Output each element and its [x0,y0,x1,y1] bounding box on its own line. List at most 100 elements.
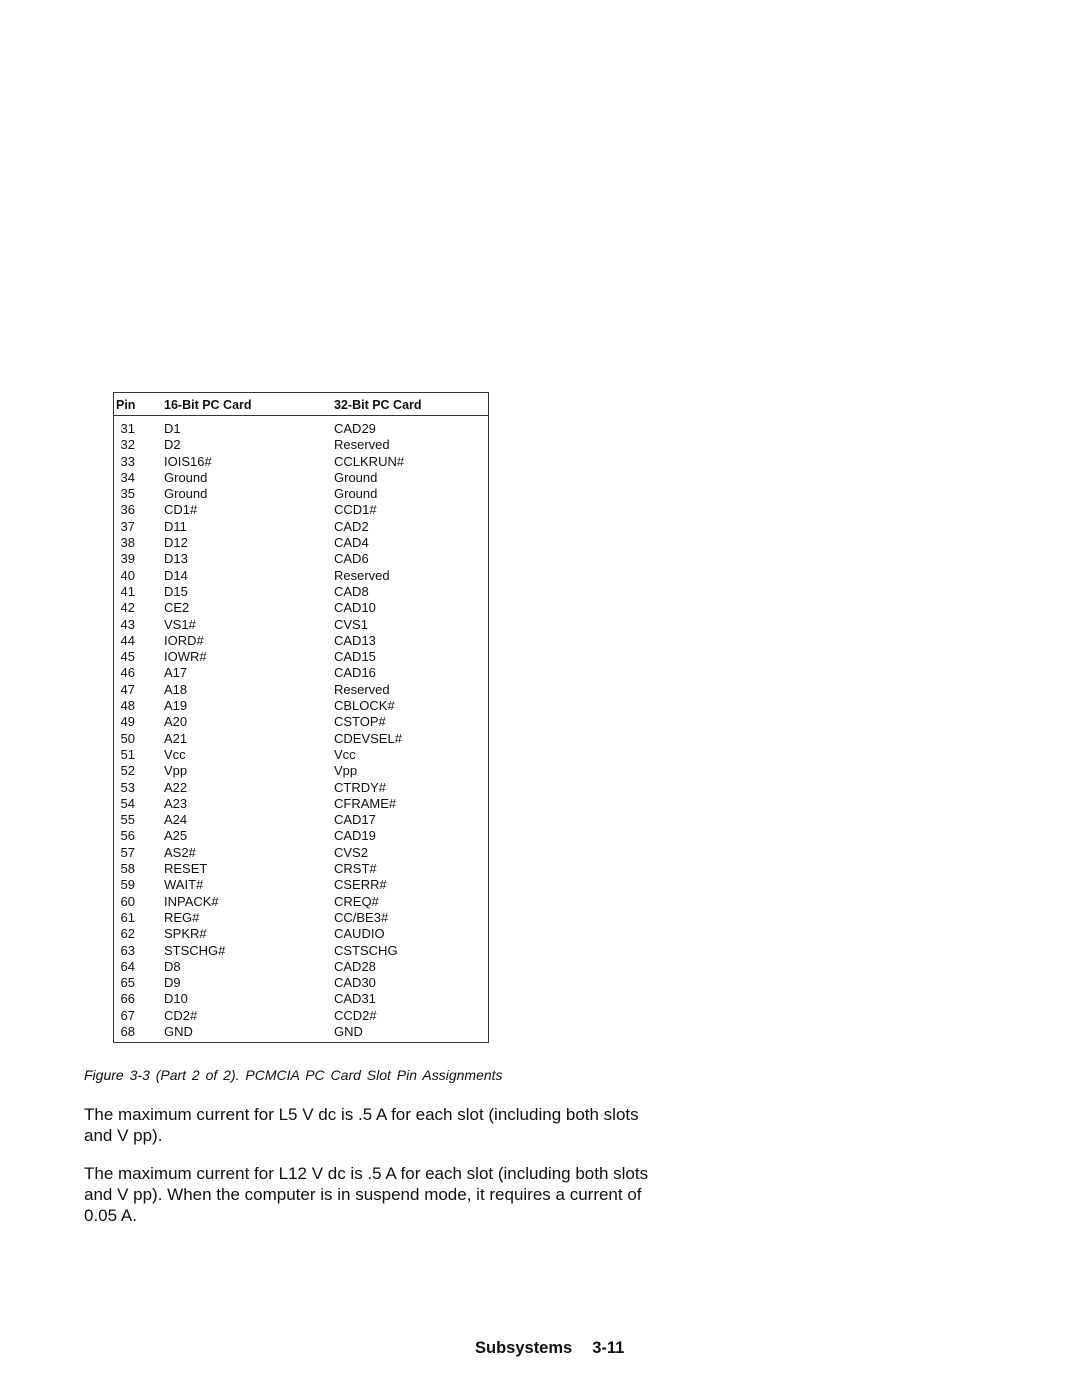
signal-16bit-cell: A24 [164,812,188,828]
pin-cell: 39 [120,551,135,567]
pin-cell: 55 [120,812,135,828]
pin-cell: 45 [120,649,135,665]
pin-cell: 31 [120,421,135,436]
signal-16bit-cell: A20 [164,714,188,730]
pin-cell: 65 [120,975,135,991]
pin-cell: 63 [120,942,135,958]
signal-16bit-cell: A18 [164,681,188,697]
pin-cell: 44 [120,632,135,648]
signal-16bit-cell: INPACK# [164,893,219,909]
signal-32bit-cell: CAD10 [334,600,376,616]
signal-32bit-cell: Reserved [334,437,390,453]
signal-16bit-cell: D10 [164,991,188,1007]
signal-16bit-cell: Ground [164,469,208,485]
signal-32bit-cell: CAD17 [334,812,376,828]
signal-16bit-cell: IOIS16# [164,453,212,469]
table-row: 60 INPACK# CREQ# [114,894,488,910]
signal-16bit-cell: STSCHG# [164,942,226,958]
pin-cell: 38 [120,535,135,551]
pin-cell: 43 [120,616,135,632]
signal-16bit-cell: GND [164,1023,193,1039]
table-row: 46 A17 CAD16 [114,665,488,681]
pin-cell: 53 [120,779,135,795]
signal-32bit-cell: GND [334,1023,363,1039]
pin-cell: 40 [120,567,135,583]
pin-cell: 68 [120,1023,135,1039]
footer-section: Subsystems [475,1339,573,1357]
table-row: 37 D11 CAD2 [114,519,488,535]
signal-32bit-cell: CREQ# [334,893,379,909]
signal-32bit-cell: Reserved [334,567,390,583]
table-row: 34 Ground Ground [114,470,488,486]
table-row: 51 Vcc Vcc [114,747,488,763]
signal-32bit-cell: Vcc [334,746,356,762]
table-row: 58 RESET CRST# [114,861,488,877]
signal-16bit-cell: IORD# [164,632,204,648]
signal-16bit-cell: A17 [164,665,188,681]
signal-16bit-cell: VS1# [164,616,196,632]
table-row: 45 IOWR# CAD15 [114,649,488,665]
signal-16bit-cell: RESET [164,861,208,877]
table-row: 50 A21 CDEVSEL# [114,731,488,747]
pin-cell: 42 [120,600,135,616]
signal-32bit-cell: CCLKRUN# [334,453,405,469]
pin-cell: 62 [120,926,135,942]
table-row: 65 D9 CAD30 [114,975,488,991]
table-row: 39 D13 CAD6 [114,551,488,567]
signal-16bit-cell: D2 [164,437,181,453]
signal-16bit-cell: WAIT# [164,877,204,893]
table-row: 53 A22 CTRDY# [114,780,488,796]
table-row: 55 A24 CAD17 [114,812,488,828]
pin-cell: 46 [120,665,135,681]
pin-cell: 34 [120,469,135,485]
table-body: 31 D1 CAD29 32 D2 Reserved 33 IOIS16# CCLKRUN# 34… [114,416,488,1040]
table-row: 35 Ground Ground [114,486,488,502]
table-row: 33 IOIS16# CCLKRUN# [114,454,488,470]
table-row: 68 GND GND [114,1024,488,1040]
signal-32bit-cell: CAD4 [334,535,369,551]
table-header: Pin 16-Bit PC Card 32-Bit PC Card [114,393,488,416]
signal-16bit-cell: CE2 [164,600,190,616]
signal-32bit-cell: CAD16 [334,665,376,681]
pin-cell: 59 [120,877,135,893]
paragraph-l5-current: The maximum current for L5 V dc is .5 A … [84,1105,639,1145]
table-row: 64 D8 CAD28 [114,959,488,975]
signal-32bit-cell: CAD13 [334,632,376,648]
pin-cell: 58 [120,861,135,877]
pin-cell: 54 [120,795,135,811]
signal-32bit-cell: CVS1 [334,616,368,632]
signal-32bit-cell: CC/BE3# [334,909,389,925]
pin-cell: 60 [120,893,135,909]
pin-cell: 49 [120,714,135,730]
header-16bit: 16-Bit PC Card [164,398,252,412]
signal-32bit-cell: CTRDY# [334,779,387,795]
pin-cell: 36 [120,502,135,518]
table-row: 56 A25 CAD19 [114,828,488,844]
table-row: 59 WAIT# CSERR# [114,877,488,893]
signal-32bit-cell: CSTSCHG [334,942,398,958]
pin-cell: 67 [120,1007,135,1023]
signal-16bit-cell: D11 [164,518,187,534]
table-row: 62 SPKR# CAUDIO [114,926,488,942]
signal-32bit-cell: CCD2# [334,1007,377,1023]
signal-16bit-cell: SPKR# [164,926,207,942]
pin-cell: 66 [120,991,135,1007]
table-row: 52 Vpp Vpp [114,763,488,779]
pin-cell: 47 [120,681,135,697]
signal-32bit-cell: CAD6 [334,551,369,567]
signal-16bit-cell: Vcc [164,746,186,762]
signal-32bit-cell: CBLOCK# [334,698,395,714]
signal-32bit-cell: Ground [334,486,378,502]
pin-cell: 56 [120,828,135,844]
signal-16bit-cell: D8 [164,958,181,974]
table-row: 42 CE2 CAD10 [114,600,488,616]
table-row: 61 REG# CC/BE3# [114,910,488,926]
pin-cell: 57 [120,844,135,860]
signal-16bit-cell: REG# [164,909,200,925]
table-row: 31 D1 CAD29 [114,421,488,437]
pin-cell: 52 [120,763,135,779]
table-row: 66 D10 CAD31 [114,991,488,1007]
signal-32bit-cell: CAD31 [334,991,376,1007]
table-row: 48 A19 CBLOCK# [114,698,488,714]
signal-32bit-cell: CAD15 [334,649,376,665]
